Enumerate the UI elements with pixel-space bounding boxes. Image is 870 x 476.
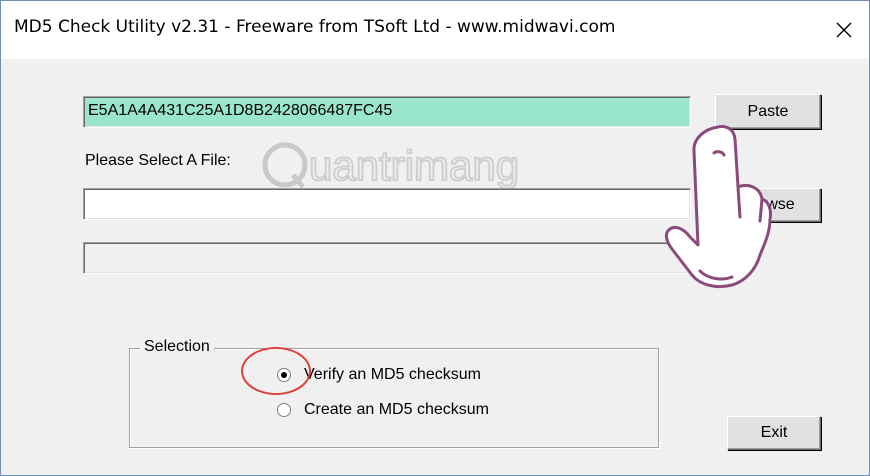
highlight-circle-annotation [241,347,311,395]
verify-option-label: Verify an MD5 checksum [304,366,481,383]
title-bar[interactable]: MD5 Check Utility v2.31 - Freeware from … [1,1,869,59]
svg-text:uantrimang: uantrimang [309,142,519,189]
window-title: MD5 Check Utility v2.31 - Freeware from … [14,17,616,37]
create-option-label: Create an MD5 checksum [304,401,489,418]
md5-hash-input[interactable]: E5A1A4A431C25A1D8B2428066487FC45 [83,96,691,128]
client-area: E5A1A4A431C25A1D8B2428066487FC45 Paste u… [1,59,869,475]
create-md5-option[interactable]: Create an MD5 checksum [277,401,489,419]
selection-groupbox [129,348,659,448]
exit-button[interactable]: Exit [727,416,821,450]
select-file-label: Please Select A File: [85,152,231,169]
paste-button[interactable]: Paste [715,94,821,129]
browse-button[interactable]: Browse [715,188,821,222]
selection-legend: Selection [140,338,214,356]
create-radio-button[interactable] [277,403,291,417]
progress-bar [83,242,691,274]
file-path-input[interactable] [83,188,691,220]
app-window: MD5 Check Utility v2.31 - Freeware from … [0,0,870,476]
quantrimang-watermark-logo: uantrimang [262,141,519,190]
close-icon[interactable] [819,1,869,59]
